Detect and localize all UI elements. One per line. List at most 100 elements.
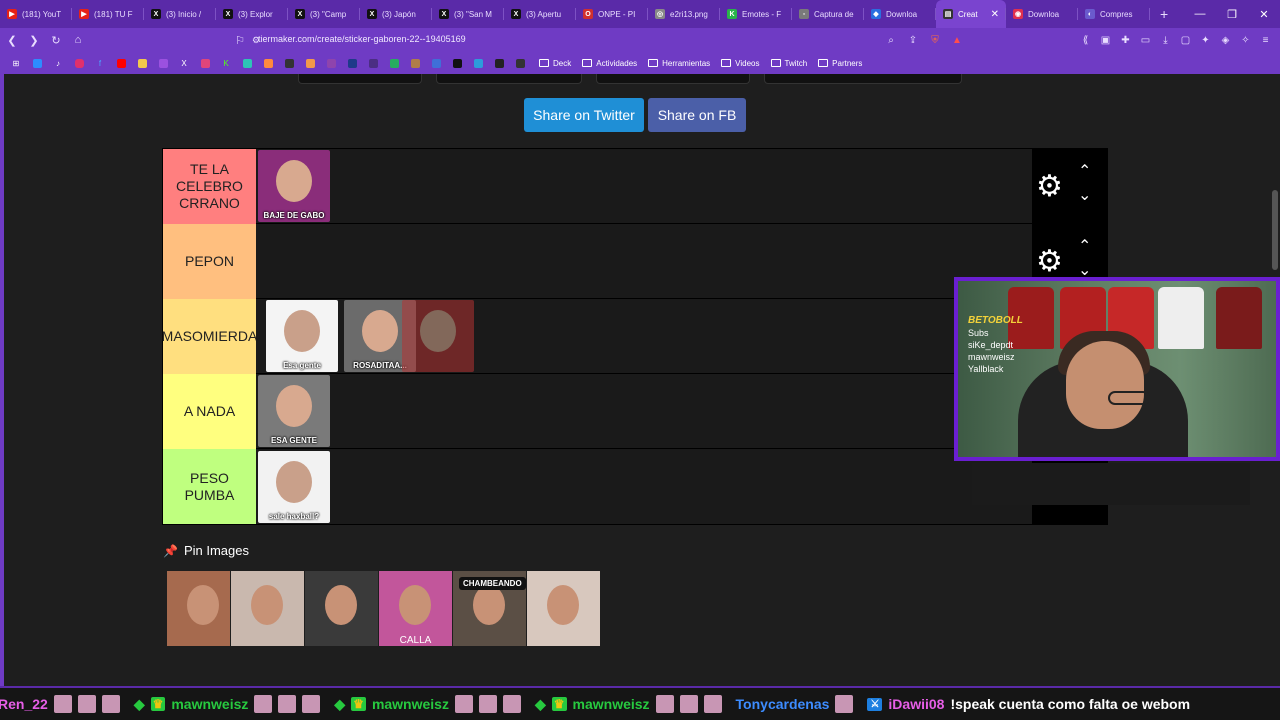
bookmark-favicon-23[interactable] (491, 55, 507, 71)
sidebar-icon[interactable]: ▭ (1137, 30, 1154, 50)
browser-tab[interactable]: ◆ Downloa (864, 0, 936, 28)
minimize-icon[interactable]: — (1184, 0, 1216, 28)
browser-tab[interactable]: X (3) "Camp (288, 0, 360, 28)
pin-image[interactable]: CALLA (379, 571, 453, 646)
bookmark-favicon-9[interactable] (197, 55, 213, 71)
browser-tab[interactable]: ◎ e2ri13.png (648, 0, 720, 28)
alert-icon[interactable]: ▲ (948, 30, 966, 50)
browser-tab[interactable]: X (3) "San M (432, 0, 504, 28)
bookmark-favicon-14[interactable] (302, 55, 318, 71)
leo-icon[interactable]: ✦ (1197, 30, 1214, 50)
ext-icon-2[interactable]: ▣ (1097, 30, 1114, 50)
url-text[interactable]: tiermaker.com/create/sticker-gaboren-22-… (258, 34, 466, 44)
rewards-icon[interactable]: ✧ (1237, 30, 1254, 50)
ext-icon-1[interactable]: ⟪ (1077, 30, 1094, 50)
tier-label[interactable]: MASOMIERDA (162, 299, 257, 374)
bookmark-folder[interactable]: Actividades (582, 59, 637, 68)
browser-tab[interactable]: X (3) Japón (360, 0, 432, 28)
chevron-up-icon[interactable]: ⌃ (1078, 163, 1091, 181)
bookmark-favicon-18[interactable] (386, 55, 402, 71)
share-facebook-button[interactable]: Share on FB (648, 98, 746, 132)
pin-image[interactable] (527, 571, 601, 646)
bookmark-favicon-17[interactable] (365, 55, 381, 71)
download-icon[interactable]: ⤓ (1157, 30, 1174, 50)
home-icon[interactable]: ⌂ (68, 30, 88, 50)
youtube-icon[interactable] (113, 55, 129, 71)
bookmark-favicon-13[interactable] (281, 55, 297, 71)
tier-item-image[interactable]: BAJE DE GABO (258, 150, 330, 222)
tier-label[interactable]: PEPON (163, 224, 256, 299)
bookmark-favicon-6[interactable] (134, 55, 150, 71)
tier-label[interactable]: TE LA CELEBRO CRRANO (163, 149, 256, 224)
forward-icon[interactable]: ❯ (24, 30, 44, 50)
back-icon[interactable]: ❮ (2, 30, 22, 50)
pin-image[interactable] (305, 571, 379, 646)
bookmark-favicon-7[interactable] (155, 55, 171, 71)
new-tab-icon[interactable]: + (1150, 6, 1178, 22)
bookmark-favicon-24[interactable] (512, 55, 528, 71)
tier-item-image[interactable]: sale haxball? (258, 450, 330, 523)
extensions-icon[interactable]: ✚ (1117, 30, 1134, 50)
close-window-icon[interactable]: ✕ (1248, 0, 1280, 28)
zoom-icon[interactable]: ⌕ (882, 30, 900, 50)
bookmark-favicon-22[interactable] (470, 55, 486, 71)
tier-items[interactable] (256, 224, 1032, 298)
browser-tab-active[interactable]: ▤ Creat ✕ (936, 0, 1006, 28)
bookmark-folder[interactable]: Herramientas (648, 59, 710, 68)
pin-image[interactable] (167, 571, 231, 646)
browser-tab[interactable]: X (3) Explor (216, 0, 288, 28)
reload-icon[interactable]: ↻ (46, 30, 66, 50)
share-page-icon[interactable]: ⇪ (904, 30, 922, 50)
bookmark-folder[interactable]: Partners (818, 59, 862, 68)
tiktok-icon[interactable]: ♪ (50, 55, 66, 71)
tier-items[interactable]: Esa gente ROSADITAA... (256, 299, 1032, 373)
bookmark-folder[interactable]: Deck (539, 59, 571, 68)
tier-label[interactable]: A NADA (163, 374, 256, 449)
bookmark-favicon-16[interactable] (344, 55, 360, 71)
chevron-down-icon[interactable]: ⌄ (1078, 187, 1091, 205)
browser-tab[interactable]: X (3) Inicio / (144, 0, 216, 28)
tier-items[interactable]: BAJE DE GABO (256, 149, 1032, 223)
bookmark-favicon-21[interactable] (449, 55, 465, 71)
browser-tab[interactable]: ▶ (181) YouT (0, 0, 72, 28)
x-icon[interactable]: X (176, 55, 192, 71)
browser-tab[interactable]: O ONPE - PI (576, 0, 648, 28)
browser-tab[interactable]: X (3) Apertu (504, 0, 576, 28)
brave-shield-icon[interactable]: ⛨ (926, 30, 944, 50)
browser-tab[interactable]: ▫ Captura de (792, 0, 864, 28)
cutoff-button-3[interactable] (596, 74, 750, 84)
bookmark-favicon-20[interactable] (428, 55, 444, 71)
bookmark-folder[interactable]: Videos (721, 59, 760, 68)
browser-tab[interactable]: ▶ (181) TU F (72, 0, 144, 28)
gear-icon[interactable]: ⚙ (1036, 244, 1063, 279)
share-twitter-button[interactable]: Share on Twitter (524, 98, 644, 132)
facebook-icon[interactable]: f (92, 55, 108, 71)
apps-grid-icon[interactable]: ⊞ (8, 55, 24, 71)
tier-item-image[interactable]: ESA GENTE (258, 375, 330, 447)
tier-items[interactable]: sale haxball? (256, 449, 1032, 524)
kick-icon[interactable]: K (218, 55, 234, 71)
menu-icon[interactable]: ≡ (1257, 30, 1274, 50)
gear-icon[interactable]: ⚙ (1036, 169, 1063, 204)
instagram-icon[interactable] (71, 55, 87, 71)
vpn-icon[interactable]: ◈ (1217, 30, 1234, 50)
chevron-up-icon[interactable]: ⌃ (1078, 238, 1091, 256)
pin-image[interactable]: CHAMBEANDO (453, 571, 527, 646)
restore-icon[interactable]: ❐ (1216, 0, 1248, 28)
browser-tab[interactable]: ◉ Downloa (1006, 0, 1078, 28)
tier-label[interactable]: PESO PUMBA (163, 449, 256, 524)
cutoff-button-1[interactable] (298, 74, 422, 84)
wallet-icon[interactable]: ▢ (1177, 30, 1194, 50)
cutoff-button-2[interactable] (436, 74, 582, 84)
bookmark-folder[interactable]: Twitch (770, 59, 807, 68)
bookmark-favicon-1[interactable] (29, 55, 45, 71)
tier-items[interactable]: ESA GENTE (256, 374, 1032, 448)
bookmark-favicon-19[interactable] (407, 55, 423, 71)
browser-tab[interactable]: ◐ Compres (1078, 0, 1150, 28)
cutoff-button-4[interactable] (764, 74, 962, 84)
tier-item-image[interactable] (402, 300, 474, 372)
page-scrollbar[interactable] (1272, 190, 1278, 270)
bookmark-favicon-12[interactable] (260, 55, 276, 71)
bookmark-favicon-11[interactable] (239, 55, 255, 71)
tier-item-image[interactable]: Esa gente (266, 300, 338, 372)
